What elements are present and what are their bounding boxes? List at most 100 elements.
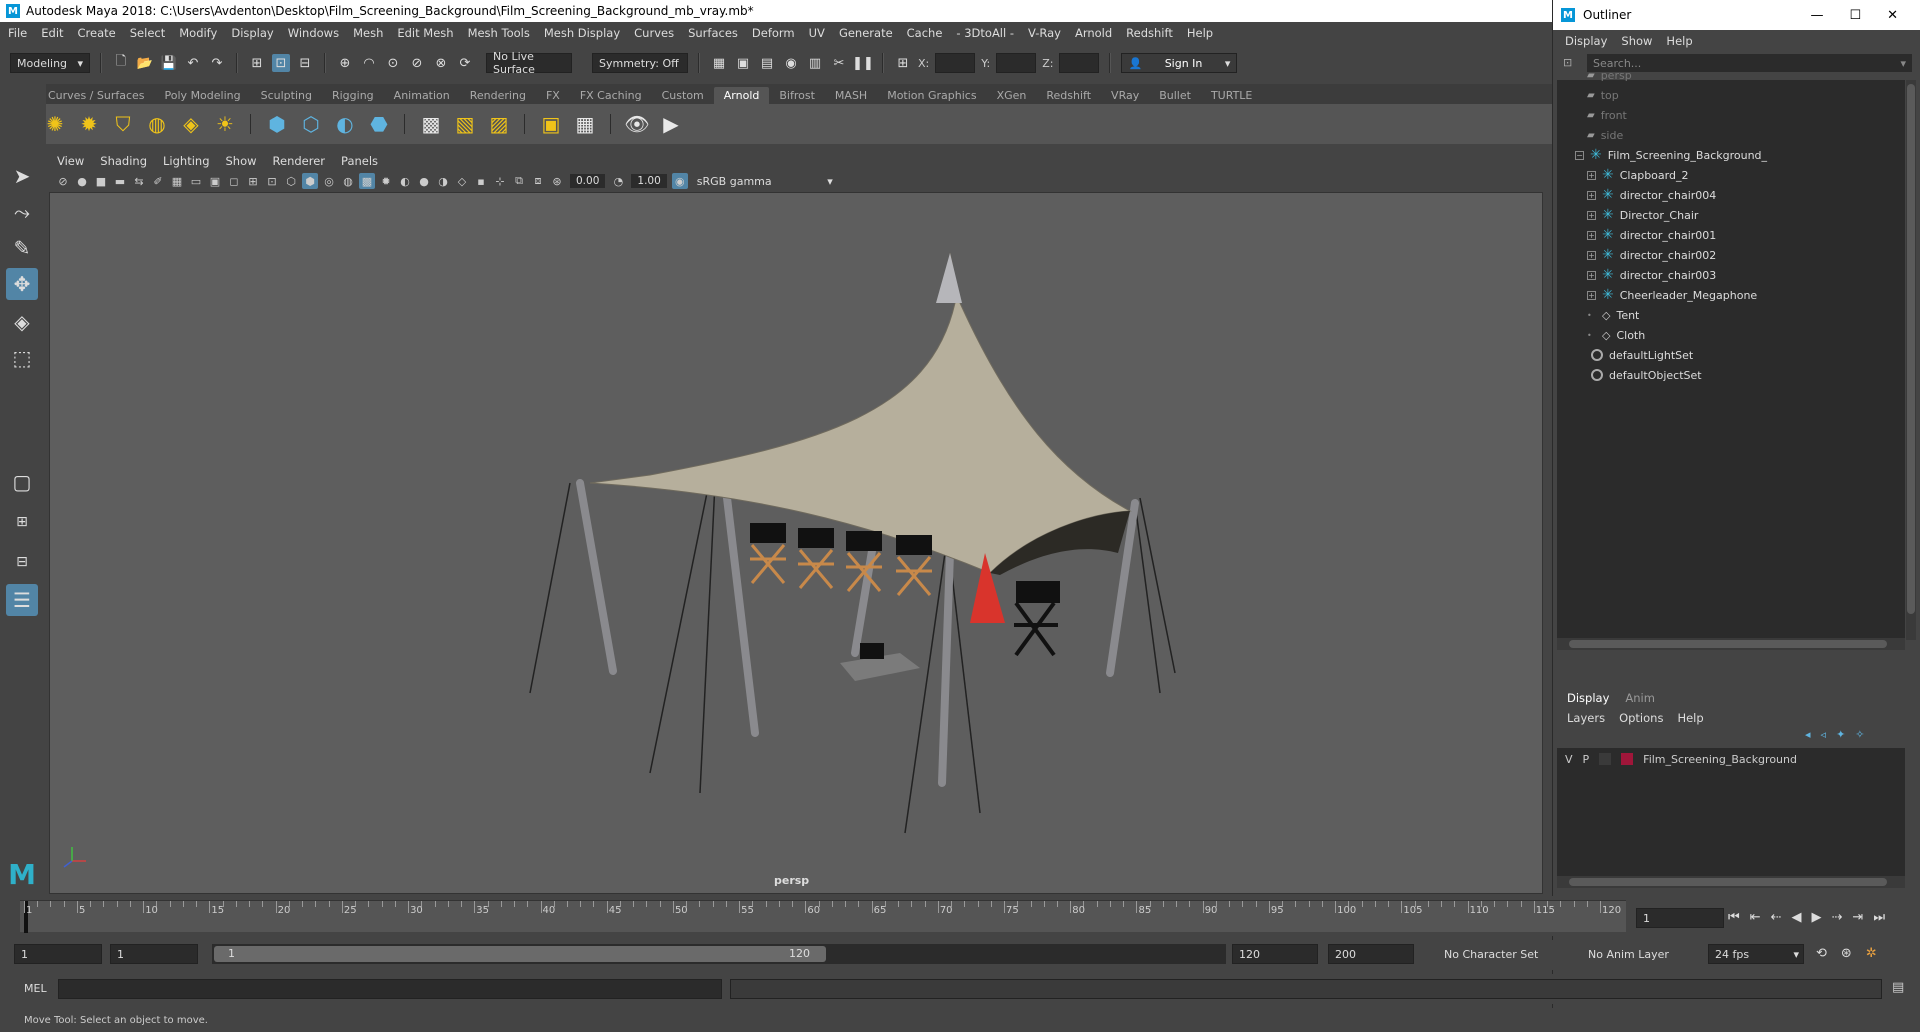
- screen-ao-icon[interactable]: ●: [416, 173, 432, 189]
- layer-row[interactable]: V P Film_Screening_Background: [1557, 748, 1905, 770]
- create-standin-icon[interactable]: ⬢: [264, 111, 290, 137]
- play-backward-icon[interactable]: ◀: [1792, 910, 1802, 925]
- outliner-item-director-chair003[interactable]: + ✳ director_chair003: [1587, 266, 1716, 284]
- snap-live-icon[interactable]: ⟳: [456, 54, 474, 72]
- menu-arnold[interactable]: Arnold: [1075, 26, 1112, 40]
- outliner-item-director-chair002[interactable]: + ✳ director_chair002: [1587, 246, 1716, 264]
- scroll-thumb[interactable]: [1569, 878, 1887, 886]
- xray-joints-icon[interactable]: ⊹: [492, 173, 508, 189]
- render-region-icon[interactable]: ▦: [572, 111, 598, 137]
- render-view-icon[interactable]: ▦: [710, 54, 728, 72]
- outliner-item-director-chair[interactable]: + ✳ Director_Chair: [1587, 206, 1698, 224]
- menu-select[interactable]: Select: [130, 26, 165, 40]
- camera-attr-icon[interactable]: ●: [74, 173, 90, 189]
- move-tool-icon[interactable]: ✥: [6, 268, 38, 300]
- visibility-toggle[interactable]: V: [1565, 753, 1573, 766]
- render-settings-icon[interactable]: ◉: [782, 54, 800, 72]
- display-type-toggle[interactable]: [1599, 753, 1612, 765]
- x-field[interactable]: [935, 53, 976, 73]
- shadows-icon[interactable]: ◐: [397, 173, 413, 189]
- four-view-icon[interactable]: ⊞: [6, 506, 38, 538]
- layer-color-swatch[interactable]: [1621, 753, 1634, 765]
- command-input[interactable]: [58, 979, 722, 999]
- shelf-tab-animation[interactable]: Animation: [384, 87, 460, 104]
- resolution-gate-icon[interactable]: ▣: [207, 173, 223, 189]
- outliner-item-director-chair004[interactable]: + ✳ director_chair004: [1587, 186, 1716, 204]
- scroll-thumb[interactable]: [1907, 84, 1915, 614]
- expand-icon[interactable]: +: [1587, 290, 1596, 300]
- open-scene-icon[interactable]: 📂: [136, 54, 154, 72]
- single-view-icon[interactable]: ▢: [6, 466, 38, 498]
- select-component-icon[interactable]: ⊟: [296, 54, 314, 72]
- fps-dropdown[interactable]: 24 fps ▾: [1708, 944, 1804, 964]
- character-set-dropdown[interactable]: No Character Set: [1438, 944, 1562, 964]
- start-time-field[interactable]: 1: [14, 944, 102, 964]
- grid-icon[interactable]: ▦: [169, 173, 185, 189]
- textured-icon[interactable]: ▩: [359, 173, 375, 189]
- playback-end-field[interactable]: 120: [1232, 944, 1318, 964]
- 2d-pan-icon[interactable]: ⇆: [131, 173, 147, 189]
- shelf-tab-sculpting[interactable]: Sculpting: [251, 87, 322, 104]
- menu-modify[interactable]: Modify: [179, 26, 217, 40]
- menu-help[interactable]: Help: [1187, 26, 1213, 40]
- mesh-light-icon[interactable]: ✹: [76, 111, 102, 137]
- exposure-icon[interactable]: ⊛: [549, 173, 565, 189]
- outliner-search-input[interactable]: Search... ▾: [1587, 54, 1912, 72]
- render-frame-icon[interactable]: ▣: [734, 54, 752, 72]
- go-to-end-icon[interactable]: ⏭: [1873, 910, 1885, 925]
- flush-texture-icon[interactable]: ▩: [418, 111, 444, 137]
- new-layer-selected-icon[interactable]: ✧: [1855, 728, 1864, 741]
- viewport-menu-lighting[interactable]: Lighting: [163, 154, 209, 168]
- xray-icon[interactable]: ◍: [340, 173, 356, 189]
- time-slider-bar[interactable]: 1 5 10 15 20 25 30 35 40 45 50 55 60 65 70 75 80 85 90 95 10…: [20, 900, 1626, 933]
- outliner-item-side[interactable]: ▰ side: [1587, 126, 1623, 144]
- auto-key-icon[interactable]: ⊛: [1841, 946, 1852, 961]
- viewport-menu-show[interactable]: Show: [226, 154, 257, 168]
- gate-mask-icon[interactable]: ◻: [226, 173, 242, 189]
- shelf-tab-motion-graphics[interactable]: Motion Graphics: [877, 87, 986, 104]
- menu-deform[interactable]: Deform: [752, 26, 795, 40]
- volume-icon[interactable]: ⬣: [366, 111, 392, 137]
- menu-surfaces[interactable]: Surfaces: [688, 26, 738, 40]
- move-layer-up-icon[interactable]: ◂: [1805, 728, 1811, 741]
- menu-edit-mesh[interactable]: Edit Mesh: [397, 26, 453, 40]
- playback-toggle[interactable]: P: [1583, 753, 1590, 766]
- live-surface-field[interactable]: No Live Surface: [486, 50, 572, 76]
- camera-select-icon[interactable]: ⊘: [55, 173, 71, 189]
- use-all-lights-icon[interactable]: ✹: [378, 173, 394, 189]
- image-plane-icon[interactable]: ▬: [112, 173, 128, 189]
- symmetry-dropdown[interactable]: Symmetry: Off: [592, 53, 688, 73]
- exposure-field[interactable]: 0.00: [570, 174, 606, 188]
- paint-select-tool-icon[interactable]: ✎: [6, 232, 38, 264]
- gamma-field[interactable]: 1.00: [631, 174, 667, 188]
- step-forward-key-icon[interactable]: ⇥: [1852, 910, 1863, 925]
- snap-view-icon[interactable]: ⊘: [408, 54, 426, 72]
- outliner-layout-icon[interactable]: ⊟: [6, 546, 38, 578]
- pause-icon[interactable]: ❚❚: [852, 54, 874, 72]
- snap-point-icon[interactable]: ⊙: [384, 54, 402, 72]
- color-space-dropdown[interactable]: sRGB gamma ▾: [690, 173, 839, 189]
- tx-manager-icon[interactable]: ▣: [538, 111, 564, 137]
- expand-icon[interactable]: +: [1587, 210, 1596, 220]
- layer-menu-options[interactable]: Options: [1619, 711, 1663, 725]
- render-tools-icon[interactable]: ✂: [830, 54, 848, 72]
- menu-mesh-display[interactable]: Mesh Display: [544, 26, 620, 40]
- gamma-icon[interactable]: ◔: [610, 173, 626, 189]
- wireframe-icon[interactable]: ⬡: [283, 173, 299, 189]
- playback-start-field[interactable]: 1: [110, 944, 198, 964]
- safe-action-icon[interactable]: ⊡: [264, 173, 280, 189]
- expand-icon[interactable]: +: [1587, 190, 1596, 200]
- shelf-tab-rigging[interactable]: Rigging: [322, 87, 384, 104]
- shelf-tab-bifrost[interactable]: Bifrost: [769, 87, 825, 104]
- expand-icon[interactable]: +: [1587, 170, 1596, 180]
- menu-curves[interactable]: Curves: [634, 26, 674, 40]
- layer-menu-layers[interactable]: Layers: [1567, 711, 1605, 725]
- vertical-scrollbar[interactable]: [1906, 80, 1916, 640]
- layer-menu-help[interactable]: Help: [1677, 711, 1703, 725]
- shelf-tab-mash[interactable]: MASH: [825, 87, 877, 104]
- script-language-label[interactable]: MEL: [24, 982, 47, 995]
- current-frame-field[interactable]: 1: [1636, 908, 1724, 928]
- sign-in-button[interactable]: 👤 Sign In ▾: [1121, 53, 1238, 73]
- menu-create[interactable]: Create: [78, 26, 116, 40]
- outliner-item-persp[interactable]: ▰ persp: [1587, 66, 1632, 84]
